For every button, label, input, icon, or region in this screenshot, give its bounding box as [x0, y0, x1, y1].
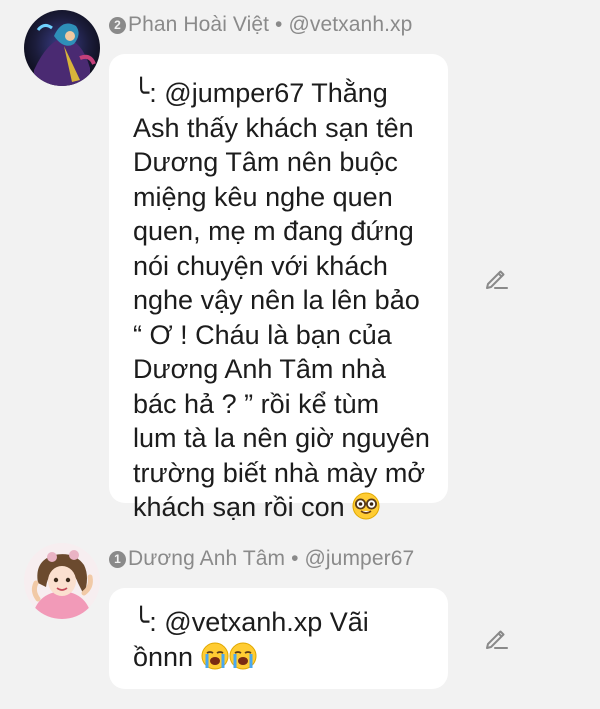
comment-text-line: nói chuyện với khách	[133, 250, 388, 281]
message-1: 2 Phan Hoài Việt • @vetxanh.xp ╰: @jumper…	[0, 0, 600, 522]
comment-text-line: quen, mẹ m đang đứng	[133, 216, 414, 246]
comment-text-line: Ash thấy khách sạn tên	[133, 112, 414, 143]
comment-line-last: ồnnn	[133, 640, 424, 679]
comment-header: 2 Phan Hoài Việt • @vetxanh.xp	[109, 13, 412, 37]
avatar[interactable]	[24, 10, 100, 86]
comment-bubble: ╰: @vetxanh.xp Vãi ồnnn	[109, 588, 448, 689]
separator: •	[275, 13, 283, 36]
avatar-image	[24, 10, 100, 86]
loudly-crying-face-emoji	[201, 642, 229, 679]
comment-line: ╰: @vetxanh.xp Vãi	[133, 605, 424, 640]
comment-text-line: Dương Anh Tâm nhà	[133, 354, 386, 384]
comment-text-line: nghe vậy nên la lên bảo	[133, 285, 420, 315]
avatar[interactable]	[24, 543, 100, 619]
comment-text-line: lum tà la nên giờ nguyên	[133, 423, 430, 453]
comment-text-line: “ Ơ ! Cháu là bạn của	[133, 319, 392, 350]
comment-text-line: bác hả ? ” rồi kể tùm	[133, 388, 380, 419]
comment-header: 1 Dương Anh Tâm • @jumper67	[109, 547, 414, 571]
avatar-image	[24, 543, 100, 619]
author-handle[interactable]: @vetxanh.xp	[288, 13, 412, 36]
author-name[interactable]: Dương Anh Tâm	[128, 547, 285, 570]
reply-prefix: ╰:	[133, 607, 157, 637]
comment-text-line: trường biết nhà mày mở	[133, 457, 426, 488]
separator: •	[291, 547, 299, 570]
comment-text-line: @vetxanh.xp Vãi	[164, 607, 369, 637]
rank-badge: 1	[109, 551, 126, 568]
comment-text-line: khách sạn rồi con	[133, 492, 345, 522]
pencil-icon[interactable]	[482, 624, 510, 652]
rank-badge: 2	[109, 17, 126, 34]
author-name[interactable]: Phan Hoài Việt	[128, 13, 269, 36]
comment-text-line: Dương Tâm nên buộc	[133, 147, 398, 177]
reply-prefix: ╰:	[133, 78, 157, 108]
author-handle[interactable]: @jumper67	[304, 547, 414, 570]
loudly-crying-face-emoji	[229, 642, 257, 679]
comment-text-line: ồnnn	[133, 641, 194, 672]
comment-text-line: miệng kêu nghe quen	[133, 181, 393, 212]
comment-bubble: ╰: @jumper67 Thằng Ash thấy khách sạn tê…	[109, 54, 448, 522]
comment-line: ╰: @jumper67 Thằng	[133, 76, 424, 111]
pencil-icon[interactable]	[482, 264, 510, 292]
message-2: 1 Dương Anh Tâm • @jumper67 ╰: @vetxanh.x…	[0, 520, 600, 709]
comment-text-line: @jumper67 Thằng	[164, 78, 388, 108]
